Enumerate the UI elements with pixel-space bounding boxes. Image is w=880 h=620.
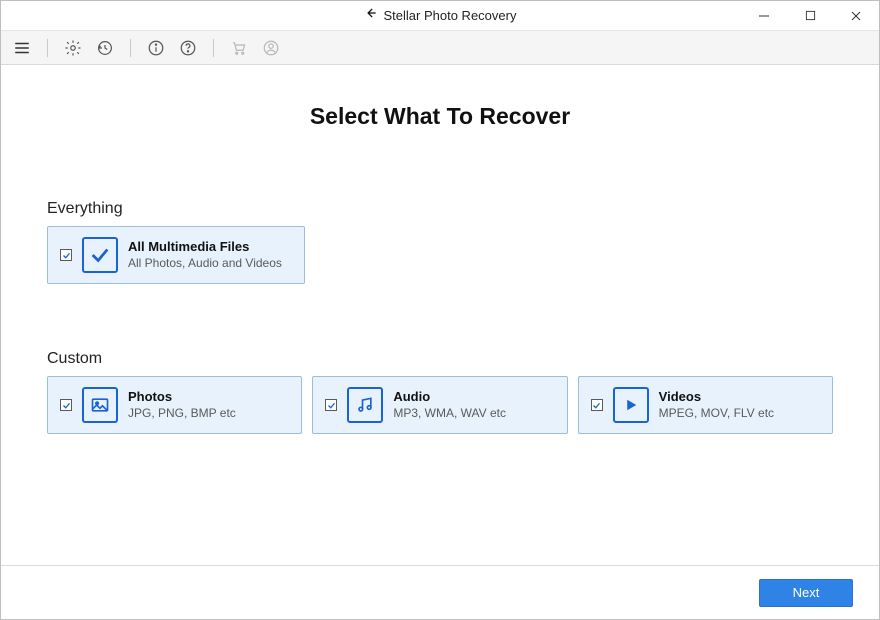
- everything-row: All Multimedia Files All Photos, Audio a…: [47, 226, 833, 284]
- user-icon[interactable]: [260, 37, 282, 59]
- custom-row: Photos JPG, PNG, BMP etc Audio MP3, WMA,…: [47, 376, 833, 434]
- separator: [213, 39, 214, 57]
- card-all-multimedia[interactable]: All Multimedia Files All Photos, Audio a…: [47, 226, 305, 284]
- music-icon: [347, 387, 383, 423]
- section-label-everything: Everything: [47, 200, 833, 218]
- section-label-custom: Custom: [47, 350, 833, 368]
- page-heading: Select What To Recover: [47, 103, 833, 130]
- checkmark-icon: [82, 237, 118, 273]
- card-sub: All Photos, Audio and Videos: [128, 256, 282, 271]
- checkbox[interactable]: [591, 399, 603, 411]
- card-videos[interactable]: Videos MPEG, MOV, FLV etc: [578, 376, 833, 434]
- play-icon: [613, 387, 649, 423]
- content-area: Select What To Recover Everything All Mu…: [1, 65, 879, 565]
- image-icon: [82, 387, 118, 423]
- history-icon[interactable]: [94, 37, 116, 59]
- next-button[interactable]: Next: [759, 579, 853, 607]
- checkbox[interactable]: [60, 399, 72, 411]
- card-audio[interactable]: Audio MP3, WMA, WAV etc: [312, 376, 567, 434]
- card-text: Audio MP3, WMA, WAV etc: [393, 389, 506, 420]
- card-text: Videos MPEG, MOV, FLV etc: [659, 389, 774, 420]
- card-title: All Multimedia Files: [128, 239, 282, 255]
- minimize-button[interactable]: [741, 1, 787, 30]
- cart-icon[interactable]: [228, 37, 250, 59]
- app-window: Stellar Photo Recovery: [0, 0, 880, 620]
- back-arrow-icon: [364, 6, 378, 25]
- toolbar: [1, 31, 879, 65]
- separator: [130, 39, 131, 57]
- help-icon[interactable]: [177, 37, 199, 59]
- card-title: Photos: [128, 389, 236, 405]
- card-sub: JPG, PNG, BMP etc: [128, 406, 236, 421]
- card-sub: MP3, WMA, WAV etc: [393, 406, 506, 421]
- info-icon[interactable]: [145, 37, 167, 59]
- card-title: Videos: [659, 389, 774, 405]
- checkbox[interactable]: [325, 399, 337, 411]
- checkbox[interactable]: [60, 249, 72, 261]
- maximize-button[interactable]: [787, 1, 833, 30]
- gear-icon[interactable]: [62, 37, 84, 59]
- app-title: Stellar Photo Recovery: [384, 8, 517, 23]
- spacer: [47, 284, 833, 350]
- card-text: Photos JPG, PNG, BMP etc: [128, 389, 236, 420]
- menu-icon[interactable]: [11, 37, 33, 59]
- footer: Next: [1, 565, 879, 619]
- card-title: Audio: [393, 389, 506, 405]
- card-sub: MPEG, MOV, FLV etc: [659, 406, 774, 421]
- window-controls: [741, 1, 879, 30]
- separator: [47, 39, 48, 57]
- titlebar: Stellar Photo Recovery: [1, 1, 879, 31]
- card-photos[interactable]: Photos JPG, PNG, BMP etc: [47, 376, 302, 434]
- card-text: All Multimedia Files All Photos, Audio a…: [128, 239, 282, 270]
- close-button[interactable]: [833, 1, 879, 30]
